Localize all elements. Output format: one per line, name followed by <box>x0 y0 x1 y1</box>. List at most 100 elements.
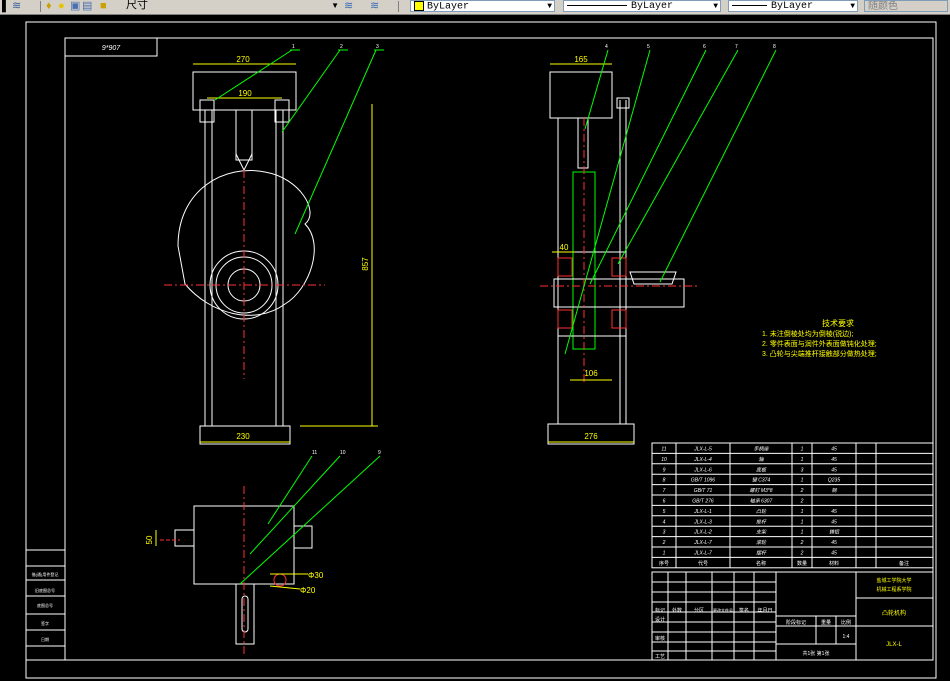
parts-cell: 8 <box>663 478 666 484</box>
parts-list: 11 JLX-L-5 手柄座 1 4510 JLX-L-4 轴 1 459 JLX-L-6 底板 3 4… <box>651 442 934 569</box>
tb-scale: 比例 <box>841 619 851 626</box>
tb-sheets: 共1张 第1张 <box>803 650 830 657</box>
lineweight-value: ByLayer <box>771 1 814 12</box>
layer-manager-icon[interactable]: ▌ <box>2 0 10 13</box>
lineweight-dropdown[interactable]: ByLayer ▼ <box>728 0 858 12</box>
left-strip-text-1: 借(通)用件登记 <box>32 571 59 577</box>
parts-cell: 11 <box>661 447 666 453</box>
linetype-value: ByLayer <box>631 1 674 12</box>
left-strip-text-4: 签字 <box>41 620 49 626</box>
parts-cell: 1 <box>801 509 804 515</box>
color-swatch-icon <box>414 1 424 11</box>
balloon-5: 5 <box>647 44 650 50</box>
tb-scale-value: 1:4 <box>843 634 850 640</box>
parts-cell: 45 <box>831 519 837 525</box>
lineweight-sample-icon <box>732 4 767 6</box>
parts-cell: 底板 <box>756 466 767 473</box>
layer-states-icon[interactable]: ≋ <box>12 0 21 13</box>
parts-cell: 1 <box>801 530 804 536</box>
left-strip-text-5: 日期 <box>41 636 49 642</box>
make-current-icon[interactable]: ≋ <box>344 0 353 13</box>
separator <box>40 1 41 12</box>
parts-cell: 轴承 6307 <box>750 498 773 505</box>
tb-date: 年月日 <box>757 607 772 614</box>
technical-notes: 技术要求 1. 未注倒棱处均为倒棱(锐边); 2. 零件表面与润件外表面做钝化处… <box>762 318 877 358</box>
front-view: 270 190 857 230 1 2 3 <box>164 44 384 445</box>
dim-bottom-left: 50 <box>145 535 154 544</box>
parts-cell: 螺钉 M3*8 <box>749 487 772 494</box>
note-1: 1. 未注倒棱处均为倒棱(锐边); <box>762 329 853 338</box>
parts-cell: 2 <box>662 540 666 546</box>
parts-cell: 1 <box>801 457 804 463</box>
color-dropdown[interactable]: ByLayer ▼ <box>410 0 555 12</box>
parts-cell: 1 <box>663 551 666 557</box>
dim-side-lower: 106 <box>584 369 598 378</box>
layer-color-icon[interactable]: ▤ <box>82 0 92 13</box>
parts-cell: GB/T 1096 <box>691 478 715 484</box>
tb-review: 审核 <box>655 635 665 642</box>
parts-cell: JLX-L-2 <box>693 530 712 536</box>
dim-front-height: 857 <box>361 257 370 271</box>
balloon-6: 6 <box>703 44 706 50</box>
parts-cell: 45 <box>831 447 837 453</box>
note-3: 3. 凸轮与尖端推杆接触部分做热处理; <box>762 349 877 358</box>
parts-cell: GB/T 276 <box>692 499 714 505</box>
parts-cell: 键 C374 <box>752 477 771 484</box>
parts-cell: 45 <box>831 540 837 546</box>
notes-title: 技术要求 <box>822 318 854 328</box>
parts-header-cell: 名称 <box>756 560 766 567</box>
plotstyle-value: 随颜色 <box>868 1 898 12</box>
parts-cell: 推杆 <box>756 518 767 525</box>
parts-cell: 轴 <box>758 456 764 463</box>
plotstyle-dropdown[interactable]: 随颜色 <box>864 0 948 12</box>
parts-cell: 1 <box>801 519 804 525</box>
layer-name: 尺寸 <box>126 0 148 11</box>
tb-weight: 重量 <box>821 619 831 626</box>
dim-bottom-d20: Φ20 <box>300 586 316 595</box>
parts-cell: 10 <box>661 457 667 463</box>
balloon-10: 10 <box>340 450 346 456</box>
parts-cell: 6 <box>663 499 666 505</box>
parts-cell: 2 <box>800 540 804 546</box>
separator <box>398 1 399 12</box>
parts-header-cell: 序号 <box>659 560 669 567</box>
tb-school2: 机械工程系学院 <box>876 586 911 593</box>
layer-previous-icon[interactable]: ≋ <box>370 0 379 13</box>
balloon-2: 2 <box>340 44 343 50</box>
layer-dropdown[interactable]: 尺寸 ▼ <box>96 0 341 12</box>
parts-cell: Q235 <box>828 478 840 484</box>
chevron-down-icon: ▼ <box>331 1 339 10</box>
bottom-view: 50 Φ30 Φ20 11 10 9 <box>145 450 381 654</box>
tb-count: 处数 <box>672 607 682 614</box>
parts-cell: JLX-L-3 <box>693 519 712 525</box>
parts-cell: 手柄座 <box>753 446 769 453</box>
dim-front-base: 230 <box>236 432 250 441</box>
parts-cell: JLX-L-5 <box>693 447 712 453</box>
sheet-label: 9*907 <box>102 45 121 52</box>
dim-bottom-d30: Φ30 <box>308 571 324 580</box>
balloon-11: 11 <box>312 450 317 456</box>
chevron-down-icon: ▼ <box>713 2 718 11</box>
lightbulb-icon[interactable]: ♦ <box>46 0 52 13</box>
tb-change: 更改文件号 <box>713 607 733 613</box>
tb-drawing-code: JLX-L <box>886 642 902 648</box>
balloon-8: 8 <box>773 44 776 50</box>
parts-cell: 2 <box>800 488 804 494</box>
sun-icon[interactable]: ● <box>58 0 65 13</box>
drawing-canvas[interactable]: 9*907 借(通)用件登记 旧底图总号 底图总号 签字 日期 270 190 … <box>0 14 950 681</box>
parts-cell: 铸铝 <box>829 529 840 536</box>
tb-design: 设计 <box>655 616 665 623</box>
parts-cell: 支架 <box>756 529 767 536</box>
tb-sign: 签名 <box>739 607 749 614</box>
side-view: 165 40 106 276 4 5 6 7 8 <box>540 44 777 445</box>
dim-side-top: 165 <box>574 55 588 64</box>
tb-stage: 阶段标记 <box>786 619 806 626</box>
tb-mark: 标记 <box>655 607 665 614</box>
parts-cell: JLX-L-7 <box>693 540 712 546</box>
left-strip-text-3: 底图总号 <box>37 602 53 608</box>
tb-drawing-name: 凸轮机构 <box>882 609 906 617</box>
linetype-dropdown[interactable]: ByLayer ▼ <box>563 0 721 12</box>
parts-cell: GB/T 71 <box>694 488 713 494</box>
lock-icon[interactable]: ▣ <box>70 0 80 13</box>
parts-cell: 1 <box>801 478 804 484</box>
